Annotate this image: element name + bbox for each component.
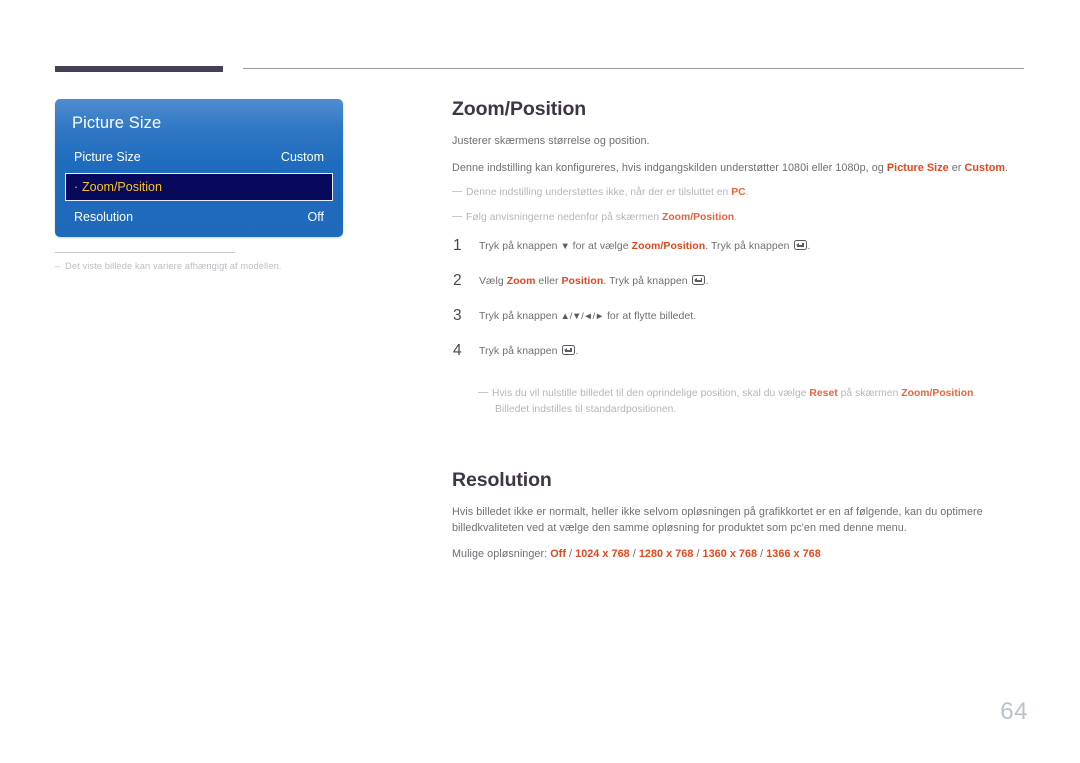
text-run: Denne indstilling understøttes ikke, når… <box>466 187 732 199</box>
osd-caption-dash: – <box>55 261 61 271</box>
osd-panel-title: Picture Size <box>72 114 162 132</box>
osd-row-value: Custom <box>280 150 324 164</box>
osd-menu-rows: Picture Size Custom · Zoom/Position Reso… <box>55 143 343 231</box>
inline-highlight-zoom: Zoom <box>506 275 536 288</box>
resolution-option: 1366 x 768 <box>766 548 821 561</box>
enter-key-icon <box>561 345 575 356</box>
text-run: . <box>807 240 811 253</box>
note-second-line: Billedet indstilles til standardposition… <box>495 403 677 415</box>
text-run: Tryk på knappen <box>479 240 561 253</box>
inline-highlight-custom: Custom <box>964 161 1006 174</box>
enter-key-icon <box>793 240 807 251</box>
osd-row-zoom-position[interactable]: · Zoom/Position <box>65 173 333 201</box>
text-run: . <box>745 187 749 199</box>
text-run: . <box>734 211 738 223</box>
enter-key-icon <box>691 275 705 286</box>
resolution-option: 1280 x 768 <box>638 548 694 561</box>
resolution-option: 1360 x 768 <box>702 548 758 561</box>
osd-row-bullet-icon: · <box>74 180 79 194</box>
page-number: 64 <box>1000 698 1028 725</box>
osd-row-value: Off <box>307 210 324 224</box>
text-run: Tryk på knappen <box>479 310 561 323</box>
osd-menu-panel: Picture Size Picture Size Custom · Zoom/… <box>55 99 343 237</box>
inline-highlight-pc: PC <box>731 187 746 199</box>
text-run: Følg anvisningerne nedenfor på skærmen <box>466 211 662 223</box>
text-run: Hvis du vil nulstille billedet til den o… <box>492 388 810 400</box>
note-dash-icon: — <box>478 387 489 399</box>
option-separator: / <box>565 548 576 561</box>
resolution-options-line: Mulige opløsninger: Off / 1024 x 768 / 1… <box>452 547 1027 563</box>
inline-highlight-position: Position <box>561 275 604 288</box>
osd-caption-text: – Det viste billede kan variere afhængigt… <box>55 261 343 271</box>
inline-highlight-zoom-position: Zoom/Position <box>631 240 706 253</box>
step-number: 4 <box>453 342 462 360</box>
osd-caption-body: Det viste billede kan variere afhængigt … <box>65 261 282 271</box>
step-number: 2 <box>453 272 462 290</box>
text-run: for at flytte billedet. <box>603 310 697 323</box>
header-divider-line <box>243 68 1024 69</box>
osd-caption-divider <box>55 252 235 253</box>
osd-row-picture-size[interactable]: Picture Size Custom <box>65 143 333 171</box>
option-separator: / <box>757 548 767 561</box>
osd-row-label: Zoom/Position <box>82 180 162 194</box>
text-run: . Tryk på knappen <box>603 275 691 288</box>
osd-row-label: Resolution <box>74 210 134 224</box>
inline-highlight-zoom-position: Zoom/Position <box>661 211 735 223</box>
zoom-position-note-3: — Hvis du vil nulstille billedet til den … <box>478 386 1027 417</box>
direction-arrows-icon: ▲/▼/◄/► <box>560 311 605 323</box>
resolution-paragraph: Hvis billedet ikke er normalt, heller ik… <box>452 506 983 534</box>
resolution-option: Off <box>550 548 566 561</box>
zoom-position-paragraph-2: Denne indstilling kan konfigureres, hvis… <box>452 161 1027 177</box>
resolution-options-label: Mulige opløsninger: <box>452 548 551 561</box>
text-run: Vælg <box>479 275 507 288</box>
step-item: 2 Vælg Zoom eller Position. Tryk på knapp… <box>452 272 1027 298</box>
text-run: Denne indstilling kan konfigureres, hvis… <box>452 161 887 174</box>
osd-row-resolution[interactable]: Resolution Off <box>65 203 333 231</box>
osd-caption-block: – Det viste billede kan variere afhængigt… <box>55 252 343 271</box>
text-run: er <box>948 161 965 174</box>
step-item: 4 Tryk på knappen . <box>452 342 1027 368</box>
text-run: for at vælge <box>569 240 632 253</box>
option-separator: / <box>629 548 639 561</box>
inline-highlight-picture-size: Picture Size <box>886 161 949 174</box>
option-separator: / <box>693 548 703 561</box>
text-run: Tryk på knappen <box>479 345 561 358</box>
step-number: 3 <box>453 307 462 325</box>
text-run: . <box>705 275 709 288</box>
page-title-resolution: Resolution <box>452 469 552 492</box>
inline-highlight-zoom-position: Zoom/Position <box>901 388 974 400</box>
page-title-zoom-position: Zoom/Position <box>452 98 587 120</box>
header-accent-bar <box>55 66 223 72</box>
zoom-position-intro: Justerer skærmens størrelse og position. <box>452 135 650 147</box>
arrow-down-icon: ▼ <box>560 241 570 253</box>
osd-illustration-column: Picture Size Picture Size Custom · Zoom/… <box>55 99 343 271</box>
zoom-position-note-2: — Følg anvisningerne nedenfor på skærmen … <box>452 210 1027 225</box>
resolution-option: 1024 x 768 <box>575 548 630 561</box>
text-run: på skærmen <box>837 388 902 400</box>
note-dash-icon: — <box>452 186 463 198</box>
text-run: . <box>1005 161 1009 174</box>
osd-row-label: Picture Size <box>74 150 141 164</box>
page-header <box>0 0 1080 80</box>
zoom-position-note-1: — Denne indstilling understøttes ikke, nå… <box>452 185 1027 200</box>
step-number: 1 <box>453 237 462 255</box>
main-content: Zoom/Position Justerer skærmens størrels… <box>452 98 1027 563</box>
zoom-position-steps: 1 Tryk på knappen ▼ for at vælge Zoom/Pos… <box>452 237 1027 368</box>
text-run: eller <box>535 275 562 288</box>
text-run: . Tryk på knappen <box>705 240 793 253</box>
note-dash-icon: — <box>452 210 463 222</box>
step-item: 3 Tryk på knappen ▲/▼/◄/► for at flytte b… <box>452 307 1027 333</box>
text-run: . <box>575 345 579 358</box>
step-item: 1 Tryk på knappen ▼ for at vælge Zoom/Pos… <box>452 237 1027 263</box>
text-run: . <box>973 388 977 400</box>
inline-highlight-reset: Reset <box>809 388 838 400</box>
